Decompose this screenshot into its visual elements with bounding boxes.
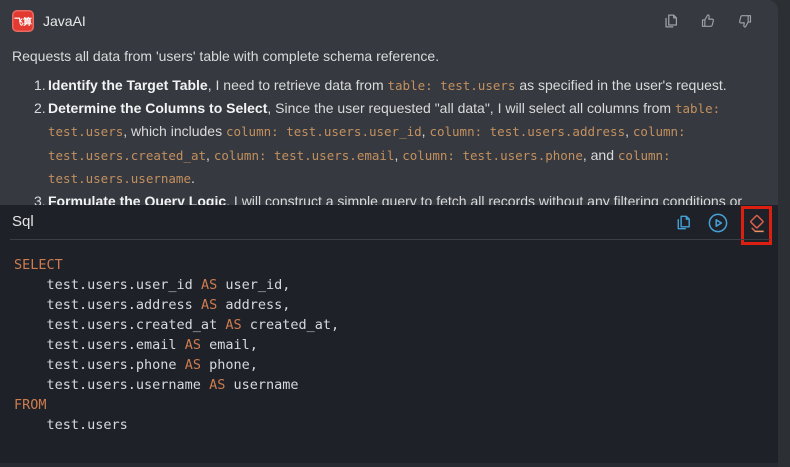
text-segment: Determine the Columns to Select [48,100,267,116]
message-actions [662,12,766,30]
message-intro: Requests all data from 'users' table wit… [12,46,760,66]
text-segment: , and [583,147,618,163]
inline-code: column: test.users.phone [402,148,583,163]
text-segment: , I need to retrieve data from [208,77,388,93]
inline-code: column: test.users.user_id [226,124,422,139]
thumbs-up-icon[interactable] [699,12,717,30]
step-number: 1. [34,74,46,97]
step-item: 2.Determine the Columns to Select, Since… [34,97,760,190]
step-item: 1.Identify the Target Table, I need to r… [34,74,760,97]
code-line: test.users.address AS address, [14,295,764,315]
assistant-message-card: 飞算 JavaAI [0,0,778,467]
sql-code-block: Sql [0,205,778,467]
text-segment: . [191,170,195,186]
javaai-logo: 飞算 [12,10,34,32]
bottom-edge [0,463,778,467]
copy-code-icon[interactable] [674,213,693,237]
inline-code: column: test.users.address [429,124,625,139]
text-segment: as specified in the user's request. [515,77,726,93]
run-sql-icon[interactable] [707,212,729,239]
code-line: test.users.phone AS phone, [14,355,764,375]
scroll-gutter[interactable] [778,0,790,467]
text-segment: , [206,147,214,163]
sql-code: SELECT test.users.user_id AS user_id, te… [0,240,778,450]
code-line: test.users.user_id AS user_id, [14,275,764,295]
divider [10,239,770,240]
inline-code: column: test.users.email [214,148,395,163]
code-line: test.users.created_at AS created_at, [14,315,764,335]
code-block-header: Sql [0,205,778,240]
text-segment: , [625,123,633,139]
inline-code: table: test.users [388,78,516,93]
chat-panel: 飞算 JavaAI [0,0,790,467]
message-header: 飞算 JavaAI [12,9,766,33]
code-line: test.users.email AS email, [14,335,764,355]
code-line: FROM [14,395,764,415]
step-number: 2. [34,97,46,120]
copy-icon[interactable] [662,12,680,30]
code-line: test.users [14,415,764,435]
thumbs-down-icon[interactable] [736,12,754,30]
code-line: SELECT [14,255,764,275]
code-language-label: Sql [12,213,34,230]
text-segment: Identify the Target Table [48,77,208,93]
app-name: JavaAI [43,13,86,29]
code-line: test.users.username AS username [14,375,764,395]
text-segment: , Since the user requested "all data", I… [267,100,675,116]
text-segment: , which includes [123,123,226,139]
eraser-icon[interactable] [746,214,767,240]
